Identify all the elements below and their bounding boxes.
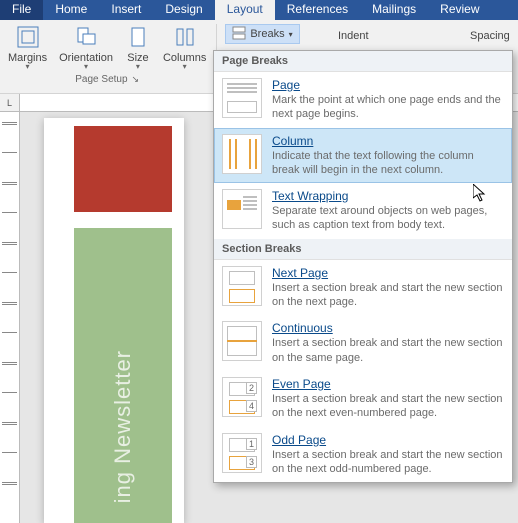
margins-icon	[15, 24, 41, 50]
columns-button[interactable]: Columns ▾	[157, 22, 212, 72]
orientation-button[interactable]: Orientation ▾	[53, 22, 119, 72]
indent-label: Indent	[328, 24, 369, 42]
chevron-down-icon: ▾	[84, 64, 88, 70]
breaks-icon	[232, 26, 246, 43]
menu-item-text-wrapping-break[interactable]: Text Wrapping Separate text around objec…	[214, 183, 512, 239]
tab-home[interactable]: Home	[43, 0, 99, 20]
size-icon	[125, 24, 151, 50]
spacing-label: Spacing	[460, 24, 510, 42]
columns-icon	[172, 24, 198, 50]
menu-item-continuous[interactable]: Continuous Insert a section break and st…	[214, 315, 512, 371]
next-page-icon	[222, 266, 262, 306]
menu-item-odd-page[interactable]: 13 Odd Page Insert a section break and s…	[214, 427, 512, 483]
tab-review[interactable]: Review	[428, 0, 491, 20]
menu-item-page-break[interactable]: Page Mark the point at which one page en…	[214, 72, 512, 128]
section-breaks-header: Section Breaks	[214, 239, 512, 260]
menu-item-next-page[interactable]: Next Page Insert a section break and sta…	[214, 260, 512, 316]
breaks-dropdown: Page Breaks Page Mark the point at which…	[213, 50, 513, 483]
text-wrapping-icon	[222, 189, 262, 229]
red-decorative-block	[74, 126, 172, 212]
tab-layout[interactable]: Layout	[215, 0, 275, 20]
chevron-down-icon: ▾	[289, 30, 293, 39]
tab-mailings[interactable]: Mailings	[360, 0, 428, 20]
even-page-icon: 24	[222, 377, 262, 417]
chevron-down-icon: ▾	[183, 64, 187, 70]
odd-page-icon: 13	[222, 433, 262, 473]
column-break-icon	[222, 134, 262, 174]
cursor-icon	[473, 184, 487, 202]
tab-references[interactable]: References	[275, 0, 360, 20]
continuous-icon	[222, 321, 262, 361]
group-label-page-setup: Page Setup ↘	[75, 74, 139, 85]
chevron-down-icon: ▾	[136, 64, 140, 70]
tab-file[interactable]: File	[0, 0, 43, 20]
dialog-launcher-icon[interactable]: ↘	[132, 74, 140, 85]
size-button[interactable]: Size ▾	[119, 22, 157, 72]
tab-insert[interactable]: Insert	[99, 0, 153, 20]
page-breaks-header: Page Breaks	[214, 51, 512, 72]
breaks-button[interactable]: Breaks ▾	[225, 24, 299, 44]
page-break-icon	[222, 78, 262, 118]
tab-selector[interactable]: L	[0, 94, 20, 112]
green-sidebar-block: ing Newsletter	[74, 228, 172, 523]
ribbon-tabs: File Home Insert Design Layout Reference…	[0, 0, 518, 20]
orientation-icon	[73, 24, 99, 50]
menu-item-column-break[interactable]: Column Indicate that the text following …	[214, 128, 512, 184]
tab-design[interactable]: Design	[153, 0, 214, 20]
document-page[interactable]: ing Newsletter	[44, 118, 184, 523]
page-setup-group: Margins ▾ Orientation ▾ Size ▾ Columns ▾…	[0, 20, 214, 93]
vertical-ruler[interactable]	[0, 112, 20, 523]
newsletter-text: ing Newsletter	[110, 350, 136, 503]
menu-item-even-page[interactable]: 24 Even Page Insert a section break and …	[214, 371, 512, 427]
chevron-down-icon: ▾	[26, 64, 30, 70]
margins-button[interactable]: Margins ▾	[2, 22, 53, 72]
